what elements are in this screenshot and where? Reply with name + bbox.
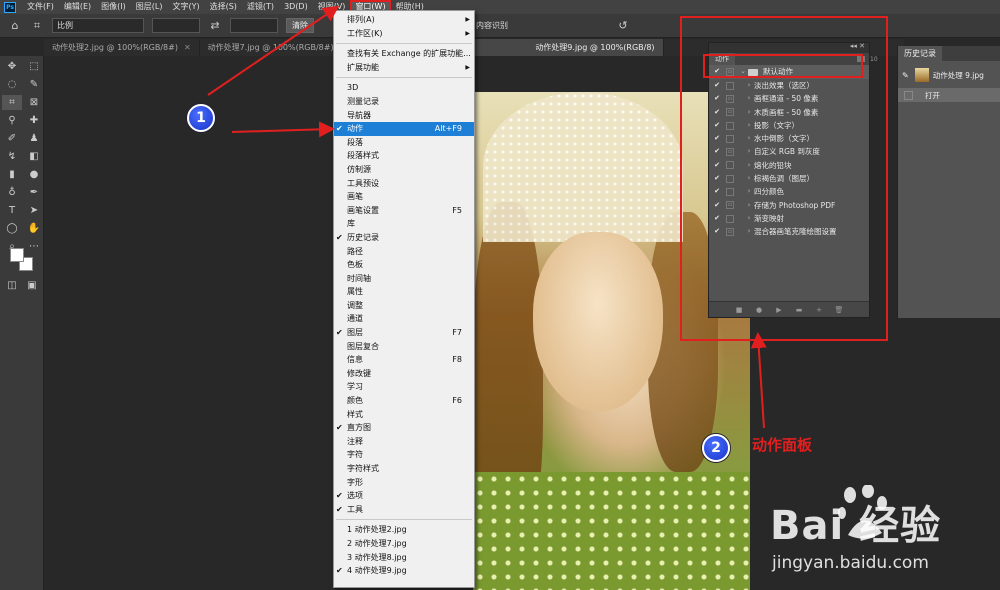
photoshop-window: Ps 文件(F) 编辑(E) 图像(I) 图层(L) 文字(Y) 选择(S) 滤… bbox=[0, 0, 1000, 590]
step-badge-2: 2 bbox=[702, 434, 730, 462]
step-badge-1: 1 bbox=[187, 104, 215, 132]
watermark-url: jingyan.baidu.com bbox=[772, 553, 929, 573]
annotation-label: 动作面板 bbox=[752, 436, 813, 454]
watermark-brand: Bai 经验 bbox=[770, 503, 942, 549]
baidu-watermark: Bai 经验 jingyan.baidu.com bbox=[770, 485, 995, 585]
arrow-to-window-menu bbox=[207, 5, 340, 96]
arrow-to-actions-item bbox=[231, 121, 335, 138]
arrow-to-actions-panel bbox=[750, 332, 767, 429]
